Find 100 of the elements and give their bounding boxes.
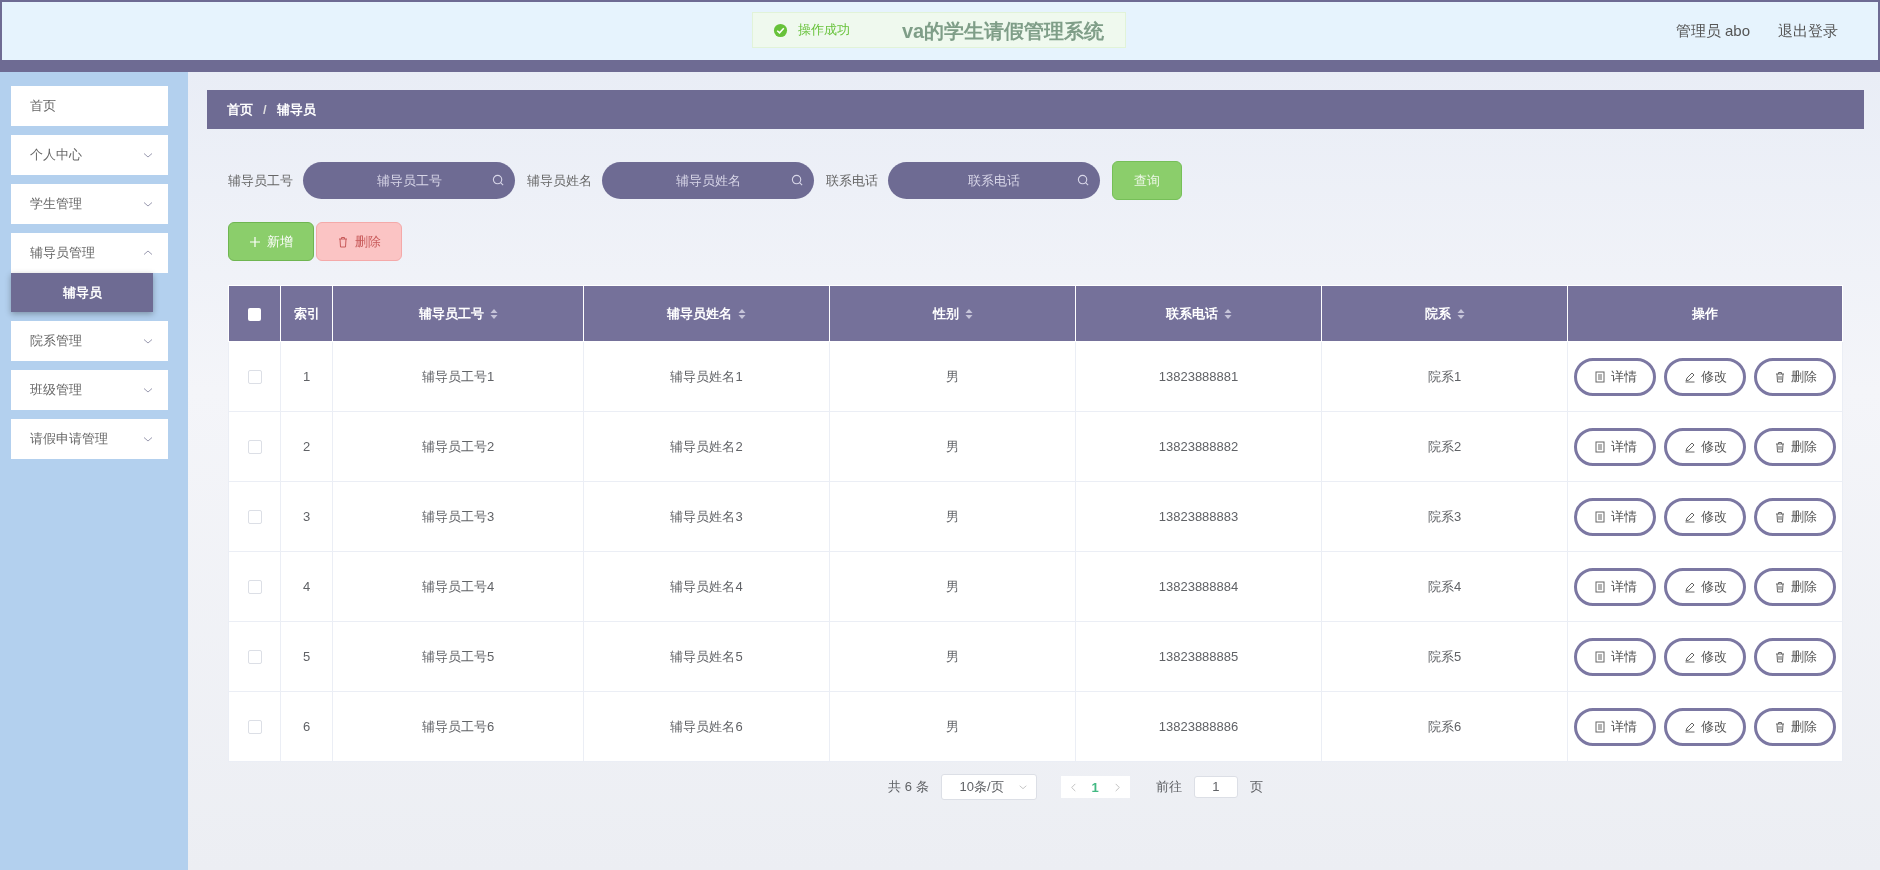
sidebar-item[interactable]: 班级管理 xyxy=(11,370,168,410)
field-label: 联系电话 xyxy=(826,171,878,190)
detail-button[interactable]: 详情 xyxy=(1574,637,1656,676)
row-checkbox[interactable] xyxy=(247,720,262,735)
table-cell: 男 xyxy=(829,551,1076,622)
detail-button[interactable]: 详情 xyxy=(1574,567,1656,606)
table-cell: 院系4 xyxy=(1321,551,1568,622)
column-header[interactable]: 院系 xyxy=(1321,285,1568,342)
page-unit: 页 xyxy=(1249,778,1263,796)
sidebar-item[interactable]: 辅导员管理 xyxy=(11,233,168,273)
delete-button[interactable]: 删除 xyxy=(1754,567,1836,606)
column-header[interactable]: 联系电话 xyxy=(1075,285,1322,342)
pencil-icon xyxy=(1683,370,1696,383)
table-cell: 院系1 xyxy=(1321,341,1568,412)
document-icon xyxy=(1593,440,1606,453)
field-label: 辅导员工号 xyxy=(228,171,293,190)
document-icon xyxy=(1593,720,1606,733)
document-icon xyxy=(1593,650,1606,663)
row-checkbox[interactable] xyxy=(247,650,262,665)
edit-button[interactable]: 修改 xyxy=(1664,637,1746,676)
delete-button[interactable]: 删除 xyxy=(1754,427,1836,466)
sidebar-item[interactable]: 学生管理 xyxy=(11,184,168,224)
table-cell: 辅导员工号2 xyxy=(332,411,584,482)
row-checkbox[interactable] xyxy=(247,580,262,595)
table-cell: 男 xyxy=(829,341,1076,412)
trash-icon xyxy=(1773,580,1786,593)
breadcrumb-item[interactable]: 辅导员 xyxy=(276,100,316,119)
search-field[interactable]: 辅导员工号 xyxy=(303,162,515,199)
check-circle-icon xyxy=(773,22,788,38)
table-cell: 男 xyxy=(829,621,1076,692)
detail-button[interactable]: 详情 xyxy=(1574,707,1656,746)
sort-icon xyxy=(964,307,973,320)
table-cell: 院系2 xyxy=(1321,411,1568,482)
page-input[interactable]: 1 xyxy=(1193,776,1238,798)
edit-button[interactable]: 修改 xyxy=(1664,427,1746,466)
trash-icon xyxy=(1773,650,1786,663)
row-checkbox[interactable] xyxy=(247,440,262,455)
table-cell: 男 xyxy=(829,481,1076,552)
sidebar-item[interactable]: 请假申请管理 xyxy=(11,419,168,459)
previous-page-icon[interactable] xyxy=(1068,781,1078,793)
search-icon xyxy=(1077,174,1090,187)
table-cell: 辅导员工号4 xyxy=(332,551,584,622)
pencil-icon xyxy=(1683,580,1696,593)
sidebar-item[interactable]: 院系管理 xyxy=(11,321,168,361)
row-checkbox[interactable] xyxy=(247,510,262,525)
search-field[interactable]: 联系电话 xyxy=(888,162,1100,199)
table-cell: 4 xyxy=(280,551,333,622)
detail-button[interactable]: 详情 xyxy=(1574,497,1656,536)
search-icon xyxy=(791,174,804,187)
pencil-icon xyxy=(1683,650,1696,663)
edit-button[interactable]: 修改 xyxy=(1664,707,1746,746)
table-cell: 辅导员工号5 xyxy=(332,621,584,692)
plus-icon xyxy=(249,235,261,248)
edit-button[interactable]: 修改 xyxy=(1664,497,1746,536)
delete-button[interactable]: 删除 xyxy=(1754,707,1836,746)
search-icon xyxy=(492,174,505,187)
sort-icon xyxy=(489,307,498,320)
trash-icon xyxy=(1773,510,1786,523)
app-title: va的学生请假管理系统 xyxy=(902,18,1106,44)
edit-button[interactable]: 修改 xyxy=(1664,567,1746,606)
document-icon xyxy=(1593,370,1606,383)
breadcrumb-separator: / xyxy=(263,102,267,117)
column-header[interactable]: 索引 xyxy=(280,285,333,342)
table-cell: 6 xyxy=(280,691,333,762)
column-header[interactable]: 操作 xyxy=(1567,285,1843,342)
search-field[interactable]: 辅导员姓名 xyxy=(602,162,814,199)
select-all-checkbox[interactable] xyxy=(248,308,261,322)
row-checkbox[interactable] xyxy=(247,370,262,385)
delete-button[interactable]: 删除 xyxy=(1754,357,1836,396)
table-cell: 3 xyxy=(280,481,333,552)
next-page-icon[interactable] xyxy=(1112,781,1122,793)
table-cell: 13823888884 xyxy=(1075,551,1322,622)
sidebar-item[interactable]: 首页 xyxy=(11,86,168,126)
submenu-item[interactable]: 辅导员 xyxy=(11,273,153,312)
delete-button[interactable]: 删除 xyxy=(1754,637,1836,676)
delete-button[interactable]: 删除 xyxy=(1754,497,1836,536)
trash-icon xyxy=(1773,440,1786,453)
detail-button[interactable]: 详情 xyxy=(1574,427,1656,466)
column-header[interactable]: 辅导员工号 xyxy=(332,285,584,342)
table-cell: 男 xyxy=(829,691,1076,762)
page-size-select[interactable]: 10条/页 xyxy=(940,774,1037,800)
edit-button[interactable]: 修改 xyxy=(1664,357,1746,396)
document-icon xyxy=(1593,510,1606,523)
sort-icon xyxy=(1223,307,1232,320)
table-cell: 辅导员工号6 xyxy=(332,691,584,762)
table-cell: 辅导员工号3 xyxy=(332,481,584,552)
document-icon xyxy=(1593,580,1606,593)
table-cell: 1 xyxy=(280,341,333,412)
column-header[interactable]: 辅导员姓名 xyxy=(583,285,830,342)
table-cell: 辅导员姓名6 xyxy=(583,691,830,762)
sidebar-item[interactable]: 个人中心 xyxy=(11,135,168,175)
user-name: 管理员 abo xyxy=(1675,21,1750,41)
column-header[interactable]: 性别 xyxy=(829,285,1076,342)
detail-button[interactable]: 详情 xyxy=(1574,357,1656,396)
sort-icon xyxy=(738,307,746,320)
toast-text: 操作成功 xyxy=(798,21,850,39)
table-cell: 13823888885 xyxy=(1075,621,1322,692)
trash-icon xyxy=(1773,370,1786,383)
breadcrumb-item[interactable]: 首页 xyxy=(227,100,253,119)
logout-link[interactable]: 退出登录 xyxy=(1778,21,1838,41)
